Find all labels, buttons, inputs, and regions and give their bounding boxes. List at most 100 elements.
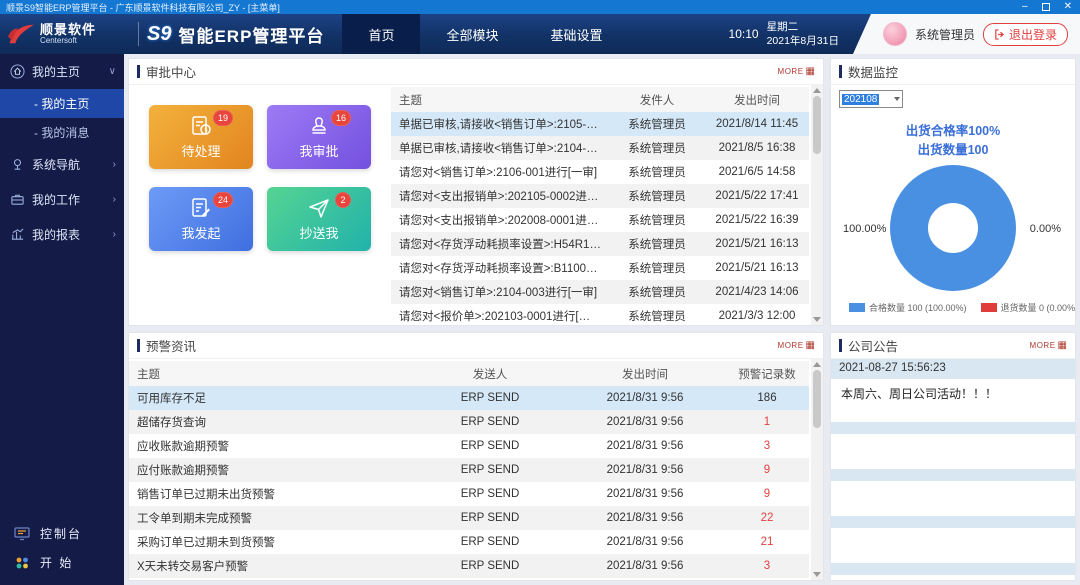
table-row[interactable]: X天未转交易客户预警 ERP SEND 2021/8/31 9:56 3 [129,554,809,578]
alerts-panel-title: 预警资讯 [146,336,196,355]
donut-chart: 100.00% 0.00% [839,160,1067,298]
scrollbar-thumb[interactable] [813,370,821,428]
table-row[interactable]: 销售订单已过期未出货预警 ERP SEND 2021/8/31 9:56 9 [129,482,809,506]
user-avatar[interactable] [883,22,907,46]
paper-plane-icon [307,196,331,220]
table-row[interactable]: 采购订单已过期未到货预警 ERP SEND 2021/8/31 9:56 21 [129,530,809,554]
title-accent-bar [839,339,842,352]
table-row[interactable]: 请您对<销售订单>:2104-003进行[一审] 系统管理员 2021/4/23… [391,280,809,304]
announcement-entry[interactable] [831,563,1075,580]
announcement-date [831,563,1075,575]
announcements-panel-title: 公司公告 [848,336,898,355]
approval-table: 主题 发件人 发出时间 单据已审核,请接收<销售订单>:2105-001 系统管… [391,87,809,323]
maximize-button[interactable] [1042,3,1050,11]
table-row[interactable]: 请您对<支出报销单>:202008-0001进行[审核] 系统管理员 2021/… [391,208,809,232]
data-monitor-panel: 数据监控 202108 出货合格率100% 出货数量100 100.00% [830,58,1076,326]
clock-weekday: 星期二 [767,20,839,34]
approval-tiles: 待处理 19 我审批 16 我发起 24 [129,85,391,325]
select-chevron-icon [894,97,900,101]
tile-cc-to-me[interactable]: 抄送我 2 [267,187,371,251]
chevron-right-icon: › [113,229,116,240]
scroll-down-icon[interactable] [813,572,821,577]
app-header: 顺景软件 Centersoft S9 智能ERP管理平台 首页 全部模块 基础设… [0,14,1080,54]
table-row[interactable]: 请您对<报价单>:202103-0001进行[审核] 系统管理员 2021/3/… [391,304,809,323]
window-titlebar: 顺景S9智能ERP管理平台 - 广东顺景软件科技有限公司_ZY - [主菜单] … [0,0,1080,14]
scroll-up-icon[interactable] [813,362,821,367]
alerts-scrollbar[interactable] [811,359,823,580]
header-clock: 10:10 星期二 2021年8月31日 [729,14,839,54]
alerts-table-rows: 可用库存不足 ERP SEND 2021/8/31 9:56 186 超储存货查… [129,386,809,578]
period-select[interactable]: 202108 [839,90,903,108]
chart-legend: 合格数量 100 (100.00%) 退货数量 0 (0.00%) [839,297,1067,320]
chevron-right-icon: › [113,159,116,170]
close-button[interactable]: ✕ [1064,2,1072,12]
announcement-entry[interactable] [831,516,1075,558]
nav-tab-modules[interactable]: 全部模块 [420,14,524,54]
nav-tab-settings[interactable]: 基础设置 [524,14,628,54]
approval-panel-title: 审批中心 [146,62,196,81]
user-area: 系统管理员 退出登录 [853,14,1080,54]
scrollbar-thumb[interactable] [813,96,821,154]
main-nav: 首页 全部模块 基础设置 [342,14,628,54]
console-icon [14,527,30,541]
table-row[interactable]: 单据已审核,请接收<销售订单>:2105-001 系统管理员 2021/8/14… [391,112,809,136]
table-row[interactable]: 应收账款逾期预警 ERP SEND 2021/8/31 9:56 3 [129,434,809,458]
monitor-panel-title: 数据监控 [848,62,898,81]
announcement-entry[interactable] [831,469,1075,511]
scroll-down-icon[interactable] [813,317,821,322]
table-row[interactable]: 可用库存不足 ERP SEND 2021/8/31 9:56 186 [129,386,809,410]
alerts-table-header: 主题 发送人 发出时间 预警记录数 [129,361,809,386]
brand-logo-block: 顺景软件 Centersoft [0,14,130,54]
chart-title: 出货合格率100% 出货数量100 [839,122,1067,160]
brand-divider [138,22,139,46]
approval-scrollbar[interactable] [811,85,823,325]
start-button[interactable]: 开 始 [0,548,124,577]
sidebar-group-my-home[interactable]: 我的主页 ∨ [0,54,124,89]
announcement-body [831,575,1075,580]
sidebar-group-system-nav[interactable]: 系统导航 › [0,147,124,182]
main-content: 审批中心 MORE ▦ 待处理 19 [124,54,1080,585]
table-row[interactable]: 请您对<存货浮动耗损率设置>:H54R1S006002进行[审核] 系统管理员 … [391,232,809,256]
table-row[interactable]: 超储存货查询 ERP SEND 2021/8/31 9:56 1 [129,410,809,434]
alerts-more-button[interactable]: MORE ▦ [778,341,815,351]
table-row[interactable]: 应付账款逾期预警 ERP SEND 2021/8/31 9:56 9 [129,458,809,482]
sidebar-sub-list: - 我的主页 - 我的消息 [0,89,124,147]
document-edit-icon [189,196,213,220]
approval-table-rows: 单据已审核,请接收<销售订单>:2105-001 系统管理员 2021/8/14… [391,112,809,323]
legend-label-pass: 合格数量 100 (100.00%) [869,301,967,314]
table-row[interactable]: 请您对<销售订单>:2106-001进行[一审] 系统管理员 2021/6/5 … [391,160,809,184]
sidebar-group-my-work[interactable]: 我的工作 › [0,182,124,217]
announcement-entry[interactable] [831,422,1075,464]
announcements-more-button[interactable]: MORE ▦ [1030,341,1067,351]
sidebar-sub-item[interactable]: - 我的主页 [0,89,124,118]
tile-my-approvals[interactable]: 我审批 16 [267,105,371,169]
tile-pending[interactable]: 待处理 19 [149,105,253,169]
title-accent-bar [137,65,140,78]
initiate-count-badge: 24 [213,192,233,208]
minimize-button[interactable]: – [1022,2,1028,12]
table-row[interactable]: 工令单到期未完成预警 ERP SEND 2021/8/31 9:56 22 [129,506,809,530]
tile-initiated-by-me[interactable]: 我发起 24 [149,187,253,251]
announcement-body: 本周六、周日公司活动！！！ [831,379,1075,417]
briefcase-icon [10,192,25,207]
announcements-panel: 公司公告 MORE ▦ 2021-08-27 15:56:23 本周六、周日公司… [830,332,1076,581]
donut-hole [928,203,978,253]
s9-logo: S9 [147,23,171,46]
table-row[interactable]: 请您对<支出报销单>:202105-0002进行[审核] 系统管理员 2021/… [391,184,809,208]
announcement-body [831,434,1075,464]
clock-date: 2021年8月31日 [767,34,839,48]
scroll-up-icon[interactable] [813,88,821,93]
announcement-entry[interactable]: 2021-08-27 15:56:23 本周六、周日公司活动！！！ [831,359,1075,417]
erp-window: 顺景S9智能ERP管理平台 - 广东顺景软件科技有限公司_ZY - [主菜单] … [0,0,1080,585]
sidebar-group-my-reports[interactable]: 我的报表 › [0,217,124,252]
console-button[interactable]: 控制台 [0,519,124,548]
nav-tab-home[interactable]: 首页 [342,14,420,54]
navigation-pin-icon [10,157,25,172]
approval-more-button[interactable]: MORE ▦ [778,67,815,77]
more-grid-icon: ▦ [806,341,815,351]
logout-button[interactable]: 退出登录 [983,23,1068,46]
table-row[interactable]: 请您对<存货浮动耗损率设置>:B11000001进行[审核] 系统管理员 202… [391,256,809,280]
table-row[interactable]: 单据已审核,请接收<销售订单>:2104-002 系统管理员 2021/8/5 … [391,136,809,160]
sidebar-sub-item[interactable]: - 我的消息 [0,118,124,147]
logout-icon [994,29,1005,40]
